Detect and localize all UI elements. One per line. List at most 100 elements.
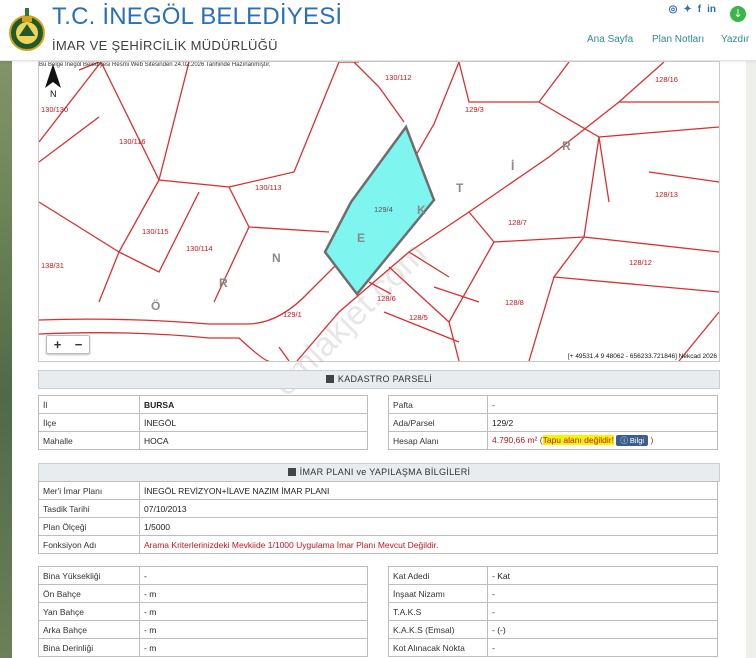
facebook-icon[interactable]: f [698,4,701,15]
parcel-label: 130/112 [385,73,412,82]
table-row: Arka Bahçe - m [38,620,368,639]
field-key: Arka Bahçe [38,620,140,639]
street-letter: N [272,251,281,265]
field-value: 4.790,66 m² (Tapu alanı değildir! ⓘ Bilg… [487,431,718,450]
street-letter: R [562,139,571,153]
field-value: - m [139,584,368,603]
field-value: HOCA [139,431,368,450]
field-key: Bina Derinliği [38,638,140,657]
field-value: 129/2 [487,413,718,432]
parcel-label: 128/16 [655,75,678,84]
field-key: Pafta [388,395,488,414]
twitter-icon[interactable]: ✦ [683,4,691,15]
field-value: 1/5000 [139,517,718,536]
parcel-label: 130/114 [186,244,213,253]
site-subtitle: İMAR VE ŞEHİRCİLİK MÜDÜRLÜĞÜ [52,38,278,53]
nav-home[interactable]: Ana Sayfa [587,34,633,45]
parcel-label: 128/13 [655,190,678,199]
field-key: Bina Yüksekliği [38,566,140,585]
street-letter: T [456,181,464,195]
parcel-label: 128/7 [508,218,527,227]
download-icon[interactable]: ↓ [730,6,746,22]
street-letter: E [357,231,365,245]
kadastro-section-header: KADASTRO PARSELİ [38,370,720,389]
parcel-label: 130/115 [142,227,169,236]
parcel-label: 130/116 [119,137,146,146]
field-value: - m [139,620,368,639]
parcel-label: 128/8 [505,298,524,307]
field-value: İNEGÖL [139,413,368,432]
deed-warning: Tapu alanı değildir! [542,435,614,445]
field-value: - [487,602,718,621]
field-key: Mer'i İmar Planı [38,481,140,500]
street-letter: R [219,276,228,290]
parcel-label: 129/1 [283,310,302,319]
kadastro-right-table: Pafta - Ada/Parsel 129/2 Hesap Alanı 4.790… [388,395,718,450]
zoom-out-button[interactable]: − [68,336,89,353]
table-row: Mer'i İmar Planı İNEGÖL REVİZYON+İLAVE NA… [38,481,718,500]
instagram-icon[interactable]: ◎ [669,4,678,15]
field-key: Yan Bahçe [38,602,140,621]
field-value: İNEGÖL REVİZYON+İLAVE NAZIM İMAR PLANI [139,481,718,500]
table-row: K.A.K.S (Emsal) - (-) [388,620,718,639]
table-row: Pafta - [388,395,718,414]
table-row: Fonksiyon Adı Arama Kriterlerinizdeki Mev… [38,535,718,554]
info-button[interactable]: ⓘ Bilgi [616,435,649,446]
field-key: K.A.K.S (Emsal) [388,620,488,639]
street-letter: Ö [151,298,160,313]
kadastro-title: KADASTRO PARSELİ [337,374,433,384]
building-left-table: Bina Yüksekliği - Ön Bahçe - m Yan Bahçe - … [38,566,368,657]
table-row: Ön Bahçe - m [38,584,368,603]
field-key: Ön Bahçe [38,584,140,603]
imar-table: Mer'i İmar Planı İNEGÖL REVİZYON+İLAVE NA… [38,481,718,554]
cadastral-map[interactable]: 130/130 130/112 129/3 128/16 130/116 130… [38,61,720,362]
field-value: 07/10/2013 [139,499,718,518]
north-label: N [50,89,57,98]
page-background-right [746,0,756,658]
table-row: Bina Yüksekliği - [38,566,368,585]
area-value: 4.790,66 m² [492,435,538,445]
table-icon [287,468,296,476]
table-row: Kot Alınacak Nokta - [388,638,718,657]
parcel-label: 129/4 [374,205,393,214]
north-arrow-icon: N [45,64,61,98]
field-value: - Kat [487,566,718,585]
table-row: İnşaat Nizamı - [388,584,718,603]
table-row: T.A.K.S - [388,602,718,621]
map-disclaimer: Bu Belge İnegöl Belediyesi Resmi Web Sit… [39,62,271,68]
square-icon [325,375,334,383]
table-row: Hesap Alanı 4.790,66 m² (Tapu alanı deği… [388,431,718,450]
parcel-label: 128/6 [377,294,396,303]
map-coordinates: [+ 49531.4 9 48062 - 656233.721846] Nekc… [567,353,717,360]
field-value: - (-) [487,620,718,639]
parcel-label: 129/3 [465,105,484,114]
kadastro-left-table: İl BURSA İlçe İNEGÖL Mahalle HOCA [38,395,368,450]
field-value: - [487,584,718,603]
page-background-left [0,0,12,658]
table-row: İlçe İNEGÖL [38,413,368,432]
table-row: Mahalle HOCA [38,431,368,450]
map-canvas: 130/130 130/112 129/3 128/16 130/116 130… [39,62,719,361]
field-key: Ada/Parsel [388,413,488,432]
building-right-table: Kat Adedi - Kat İnşaat Nizamı - T.A.K.S - K… [388,566,718,657]
zoom-in-button[interactable]: + [47,336,68,353]
field-key: Fonksiyon Adı [38,535,140,554]
parcel-label: 138/31 [41,261,64,270]
street-letter: K [417,203,426,217]
table-row: Ada/Parsel 129/2 [388,413,718,432]
linkedin-icon[interactable]: in [707,4,716,15]
note-close-paren: ) [650,435,654,445]
info-icon: ⓘ [620,436,628,445]
field-value: - m [139,638,368,657]
info-button-label: Bilgi [629,436,645,445]
nav-plan-notes[interactable]: Plan Notları [652,34,704,45]
field-key: İnşaat Nizamı [388,584,488,603]
municipality-logo [9,8,45,51]
table-row: Tasdik Tarihi 07/10/2013 [38,499,718,518]
field-value: - [139,566,368,585]
site-title: T.C. İNEGÖL BELEDİYESİ [52,3,343,30]
field-key: Tasdik Tarihi [38,499,140,518]
parcel-label: 130/130 [41,105,68,114]
field-key: İl [38,395,140,414]
nav-print[interactable]: Yazdır [721,34,749,45]
